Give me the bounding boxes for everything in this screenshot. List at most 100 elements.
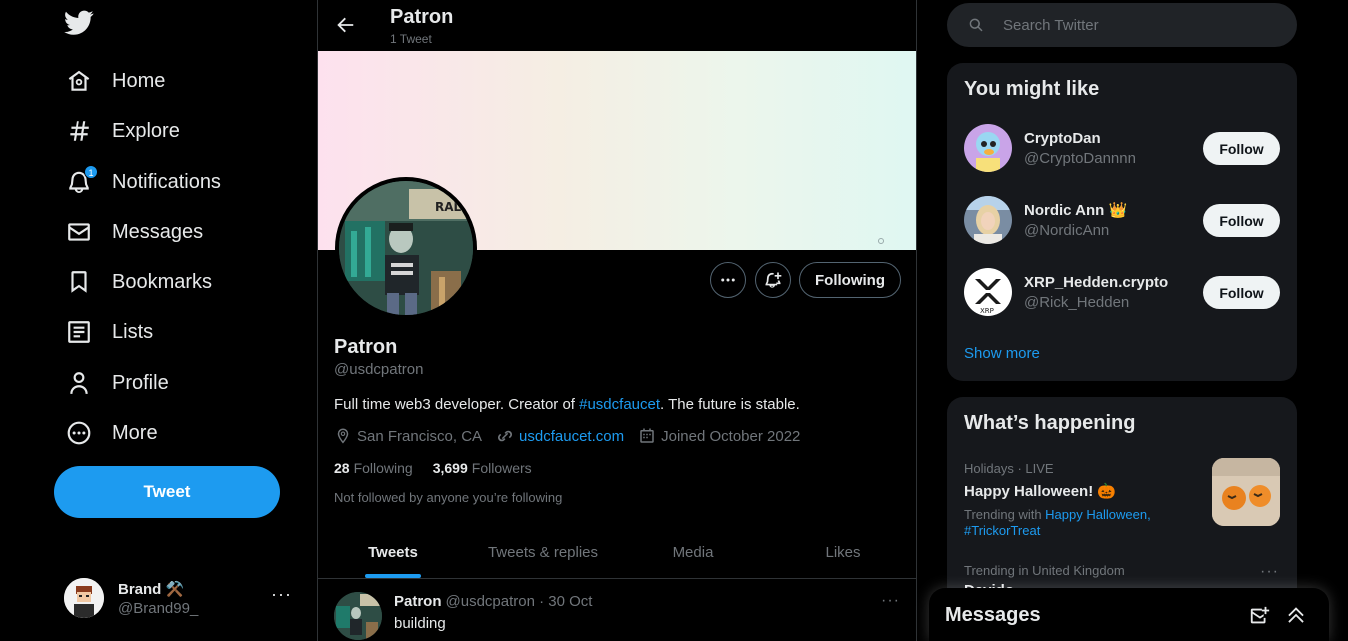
trend-with-prefix: Trending with bbox=[964, 507, 1046, 522]
tweet-author[interactable]: Patron bbox=[394, 593, 442, 610]
nav-label: Profile bbox=[112, 371, 169, 394]
tweet-item[interactable]: Patron @usdcpatron · 30 Oct building ··· bbox=[318, 580, 916, 641]
left-navigation: Home Explore 1 Notifications Messages Bo… bbox=[0, 0, 318, 641]
not-followed-note: Not followed by anyone you’re following bbox=[334, 490, 563, 505]
tab-media[interactable]: Media bbox=[618, 530, 768, 578]
tweet-count: 1 Tweet bbox=[390, 32, 432, 46]
tweet-more-icon[interactable]: ··· bbox=[881, 592, 900, 610]
tab-likes[interactable]: Likes bbox=[768, 530, 916, 578]
you-might-like-title: You might like bbox=[964, 78, 1100, 100]
new-message-icon[interactable] bbox=[1249, 605, 1271, 627]
link-icon bbox=[498, 430, 513, 442]
joined-text: Joined October 2022 bbox=[661, 427, 801, 445]
nav-label: Notifications bbox=[112, 170, 221, 193]
you-might-like-card: You might like CryptoDan @CryptoDannnn F… bbox=[947, 63, 1297, 381]
bio-hashtag-link[interactable]: #usdcfaucet bbox=[579, 396, 660, 413]
account-switcher[interactable]: Brand ⚒️ @Brand99_ ··· bbox=[64, 570, 304, 626]
back-arrow-icon[interactable] bbox=[334, 14, 356, 36]
suggestion-name: CryptoDan bbox=[1024, 129, 1101, 147]
profile-website[interactable]: usdcfaucet.com bbox=[496, 427, 624, 445]
notifications-toggle-button[interactable] bbox=[755, 262, 791, 298]
trend-name: Happy Halloween! 🎃 bbox=[964, 483, 1117, 500]
nav-more[interactable]: More bbox=[54, 410, 170, 456]
bell-icon: 1 bbox=[66, 165, 98, 195]
following-count-link[interactable]: 28 Following bbox=[334, 460, 413, 476]
trend-context: Trending with Happy Halloween, #TrickorT… bbox=[964, 507, 1174, 539]
suggestion-avatar bbox=[964, 124, 1012, 172]
suggestion-item[interactable]: Nordic Ann 👑 @NordicAnn Follow bbox=[964, 196, 1280, 244]
trend-meta: Trending in United Kingdom bbox=[964, 563, 1125, 578]
account-avatar bbox=[64, 578, 104, 618]
nav-label: Home bbox=[112, 69, 166, 92]
suggestion-handle: @NordicAnn bbox=[1024, 222, 1110, 239]
profile-meta: San Francisco, CA usdcfaucet.com Joined … bbox=[334, 427, 814, 445]
messages-drawer[interactable]: Messages bbox=[929, 588, 1329, 641]
nav-label: Lists bbox=[112, 320, 154, 343]
trend-meta: Holidays · LIVE bbox=[964, 461, 1054, 476]
home-icon bbox=[66, 68, 92, 94]
profile-avatar[interactable]: RALL bbox=[335, 177, 477, 319]
nav-explore[interactable]: Explore bbox=[54, 108, 192, 154]
whats-happening-title: What’s happening bbox=[964, 412, 1136, 434]
nav-home[interactable]: Home bbox=[54, 58, 177, 104]
tweet-avatar[interactable] bbox=[334, 592, 382, 640]
nav-label: Messages bbox=[112, 220, 204, 243]
twitter-bird-icon[interactable] bbox=[64, 10, 96, 42]
nav-lists[interactable]: Lists bbox=[54, 309, 165, 355]
suggestion-avatar bbox=[964, 196, 1012, 244]
account-menu-icon[interactable]: ··· bbox=[271, 584, 292, 605]
xrp-logo-avatar: XRP bbox=[964, 268, 1012, 316]
envelope-icon bbox=[66, 219, 92, 245]
nav-notifications[interactable]: 1 Notifications bbox=[54, 159, 233, 205]
tweet-header: Patron @usdcpatron · 30 Oct bbox=[394, 593, 592, 610]
suggestion-item[interactable]: CryptoDan @CryptoDannnn Follow bbox=[964, 124, 1280, 172]
tab-tweets[interactable]: Tweets bbox=[318, 530, 468, 578]
search-icon bbox=[969, 18, 983, 32]
followers-count-link[interactable]: 3,699 Followers bbox=[433, 460, 532, 476]
hashtag-icon bbox=[66, 118, 92, 144]
page-title: Patron bbox=[390, 6, 454, 28]
suggestion-handle: @Rick_Hedden bbox=[1024, 293, 1130, 311]
expand-chevron-icon[interactable] bbox=[1285, 604, 1307, 626]
suggestion-item[interactable]: XRP XRP_Hedden.crypto @Rick_Hedden Follo… bbox=[964, 268, 1280, 316]
following-count: 28 bbox=[334, 460, 350, 476]
tweet-handle-date: @usdcpatron · 30 Oct bbox=[445, 593, 593, 610]
nav-label: Explore bbox=[112, 119, 180, 142]
follow-button[interactable]: Follow bbox=[1203, 132, 1280, 165]
tab-tweets-replies[interactable]: Tweets & replies bbox=[468, 530, 618, 578]
more-horizontal-icon bbox=[721, 278, 735, 282]
trend-more-icon[interactable]: ··· bbox=[1260, 563, 1279, 581]
profile-column: Patron 1 Tweet RALL Following Patron @us… bbox=[317, 0, 917, 641]
trend-thumbnail bbox=[1212, 458, 1280, 526]
nav-bookmarks[interactable]: Bookmarks bbox=[54, 259, 224, 305]
website-link[interactable]: usdcfaucet.com bbox=[519, 428, 624, 445]
profile-location: San Francisco, CA bbox=[334, 427, 482, 445]
followers-count: 3,699 bbox=[432, 460, 468, 476]
more-circle-icon bbox=[66, 420, 92, 446]
more-options-button[interactable] bbox=[710, 262, 746, 298]
banner-dot bbox=[878, 238, 884, 244]
profile-tabs: Tweets Tweets & replies Media Likes bbox=[318, 530, 916, 579]
follow-button[interactable]: Follow bbox=[1203, 204, 1280, 237]
nav-messages[interactable]: Messages bbox=[54, 209, 215, 255]
follow-button[interactable]: Follow bbox=[1203, 276, 1280, 309]
following-button[interactable]: Following bbox=[799, 262, 901, 298]
suggestion-handle: @CryptoDannnn bbox=[1024, 149, 1136, 167]
followers-label: Followers bbox=[471, 460, 532, 476]
nav-label: Bookmarks bbox=[112, 270, 213, 293]
profile-name: Patron bbox=[334, 336, 398, 358]
nav-label: More bbox=[112, 421, 158, 444]
person-icon bbox=[66, 370, 92, 396]
profile-joined: Joined October 2022 bbox=[638, 427, 800, 445]
messages-drawer-title: Messages bbox=[945, 604, 1041, 626]
tweet-button[interactable]: Tweet bbox=[54, 466, 280, 518]
search-input[interactable] bbox=[1003, 16, 1263, 34]
account-name: Brand ⚒️ bbox=[118, 580, 185, 598]
bio-text: Full time web3 developer. Creator of bbox=[334, 396, 580, 413]
nav-profile[interactable]: Profile bbox=[54, 360, 181, 406]
search-bar[interactable] bbox=[947, 3, 1297, 47]
account-handle: @Brand99_ bbox=[118, 599, 199, 617]
svg-text:XRP: XRP bbox=[980, 307, 994, 315]
tweet-text: building bbox=[394, 615, 446, 632]
show-more-link[interactable]: Show more bbox=[964, 345, 1040, 362]
